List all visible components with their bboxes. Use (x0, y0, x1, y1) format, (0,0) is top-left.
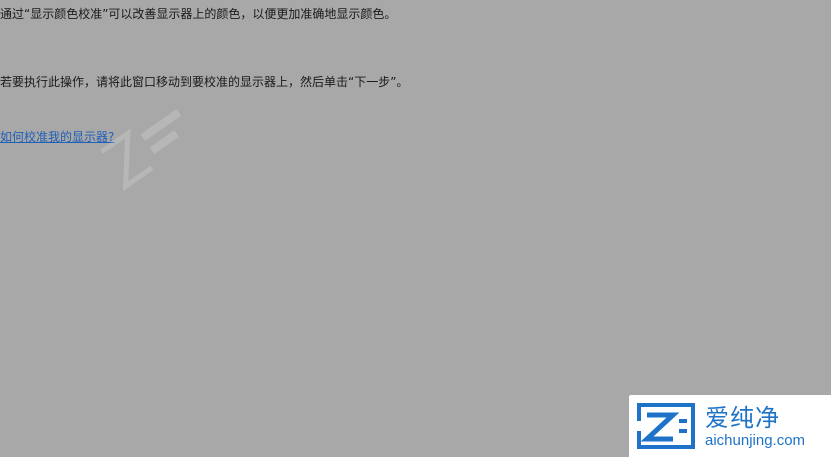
site-logo: 爱纯净 aichunjing.com (629, 395, 831, 457)
how-to-calibrate-link[interactable]: 如何校准我的显示器? (0, 129, 114, 145)
intro-text: 通过“显示颜色校准”可以改善显示器上的颜色，以便更加准确地显示颜色。 (0, 7, 397, 21)
logo-name: 爱纯净 (705, 403, 780, 432)
watermark-logo-icon (100, 109, 182, 192)
logo-mark-icon (635, 403, 695, 449)
instruction-text: 若要执行此操作，请将此窗口移动到要校准的显示器上，然后单击“下一步”。 (0, 75, 409, 89)
calibration-window-content: 通过“显示颜色校准”可以改善显示器上的颜色，以便更加准确地显示颜色。 若要执行此… (0, 0, 831, 457)
logo-site: aichunjing.com (705, 431, 806, 449)
